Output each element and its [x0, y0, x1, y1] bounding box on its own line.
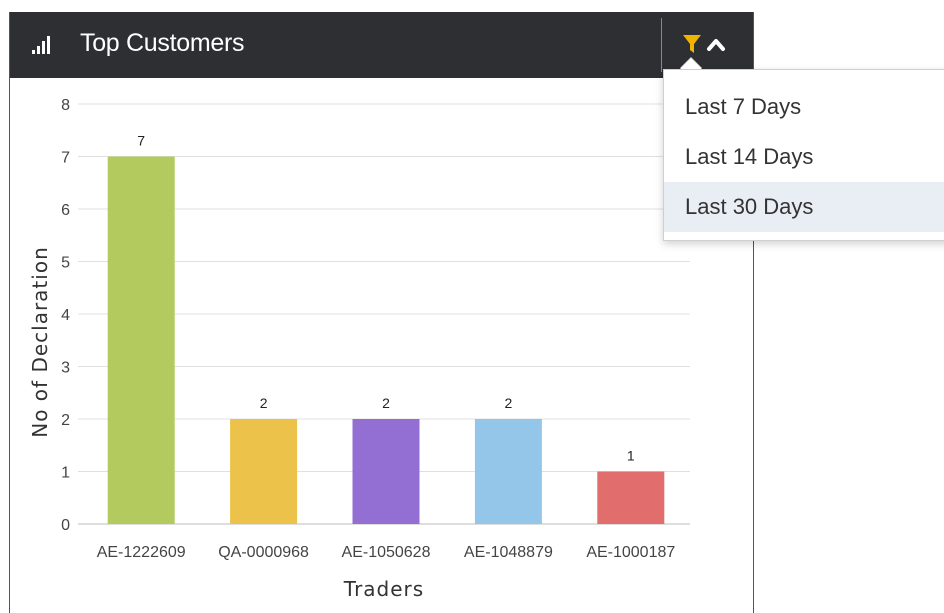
data-label: 2 — [505, 395, 513, 411]
y-tick-label: 1 — [61, 465, 70, 482]
y-tick-label: 8 — [61, 97, 70, 114]
menu-item-last-7-days[interactable]: Last 7 Days — [664, 82, 944, 132]
date-range-dropdown: Last 7 Days Last 14 Days Last 30 Days — [663, 69, 944, 241]
data-label: 7 — [137, 133, 145, 149]
y-tick-label: 3 — [61, 360, 70, 377]
menu-item-last-30-days[interactable]: Last 30 Days — [664, 182, 944, 232]
x-tick-label: AE-1222609 — [97, 544, 186, 561]
y-tick-label: 5 — [61, 255, 70, 272]
data-label: 2 — [382, 395, 390, 411]
x-tick-label: QA-0000968 — [218, 544, 309, 561]
bar-ae-1050628[interactable] — [352, 419, 420, 524]
x-tick-label: AE-1000187 — [586, 544, 675, 561]
bar-chart: 0 1 2 3 4 5 6 7 8 7 AE-1222609 2 QA-0000968 2 AE-10506… — [28, 97, 690, 601]
y-tick-label: 2 — [61, 412, 70, 429]
top-customers-widget: Top Customers 0 1 2 3 4 5 6 7 8 7 AE-1222609 2 QA-00… — [9, 12, 754, 613]
data-label: 1 — [627, 448, 635, 464]
x-tick-label: AE-1048879 — [464, 544, 553, 561]
data-label: 2 — [260, 395, 268, 411]
y-tick-label: 6 — [61, 202, 70, 219]
y-tick-label: 0 — [61, 517, 70, 534]
y-tick-label: 7 — [61, 150, 70, 167]
menu-item-last-14-days[interactable]: Last 14 Days — [664, 132, 944, 182]
x-tick-label: AE-1050628 — [342, 544, 431, 561]
bar-ae-1000187[interactable] — [597, 471, 665, 525]
dropdown-caret — [680, 58, 702, 69]
bar-qa-0000968[interactable] — [230, 419, 298, 524]
bar-ae-1222609[interactable] — [107, 156, 175, 525]
y-tick-label: 4 — [61, 307, 70, 324]
bar-ae-1048879[interactable] — [474, 419, 542, 524]
x-axis-title: Traders — [343, 577, 424, 601]
y-axis-title: No of Declaration — [28, 246, 52, 438]
